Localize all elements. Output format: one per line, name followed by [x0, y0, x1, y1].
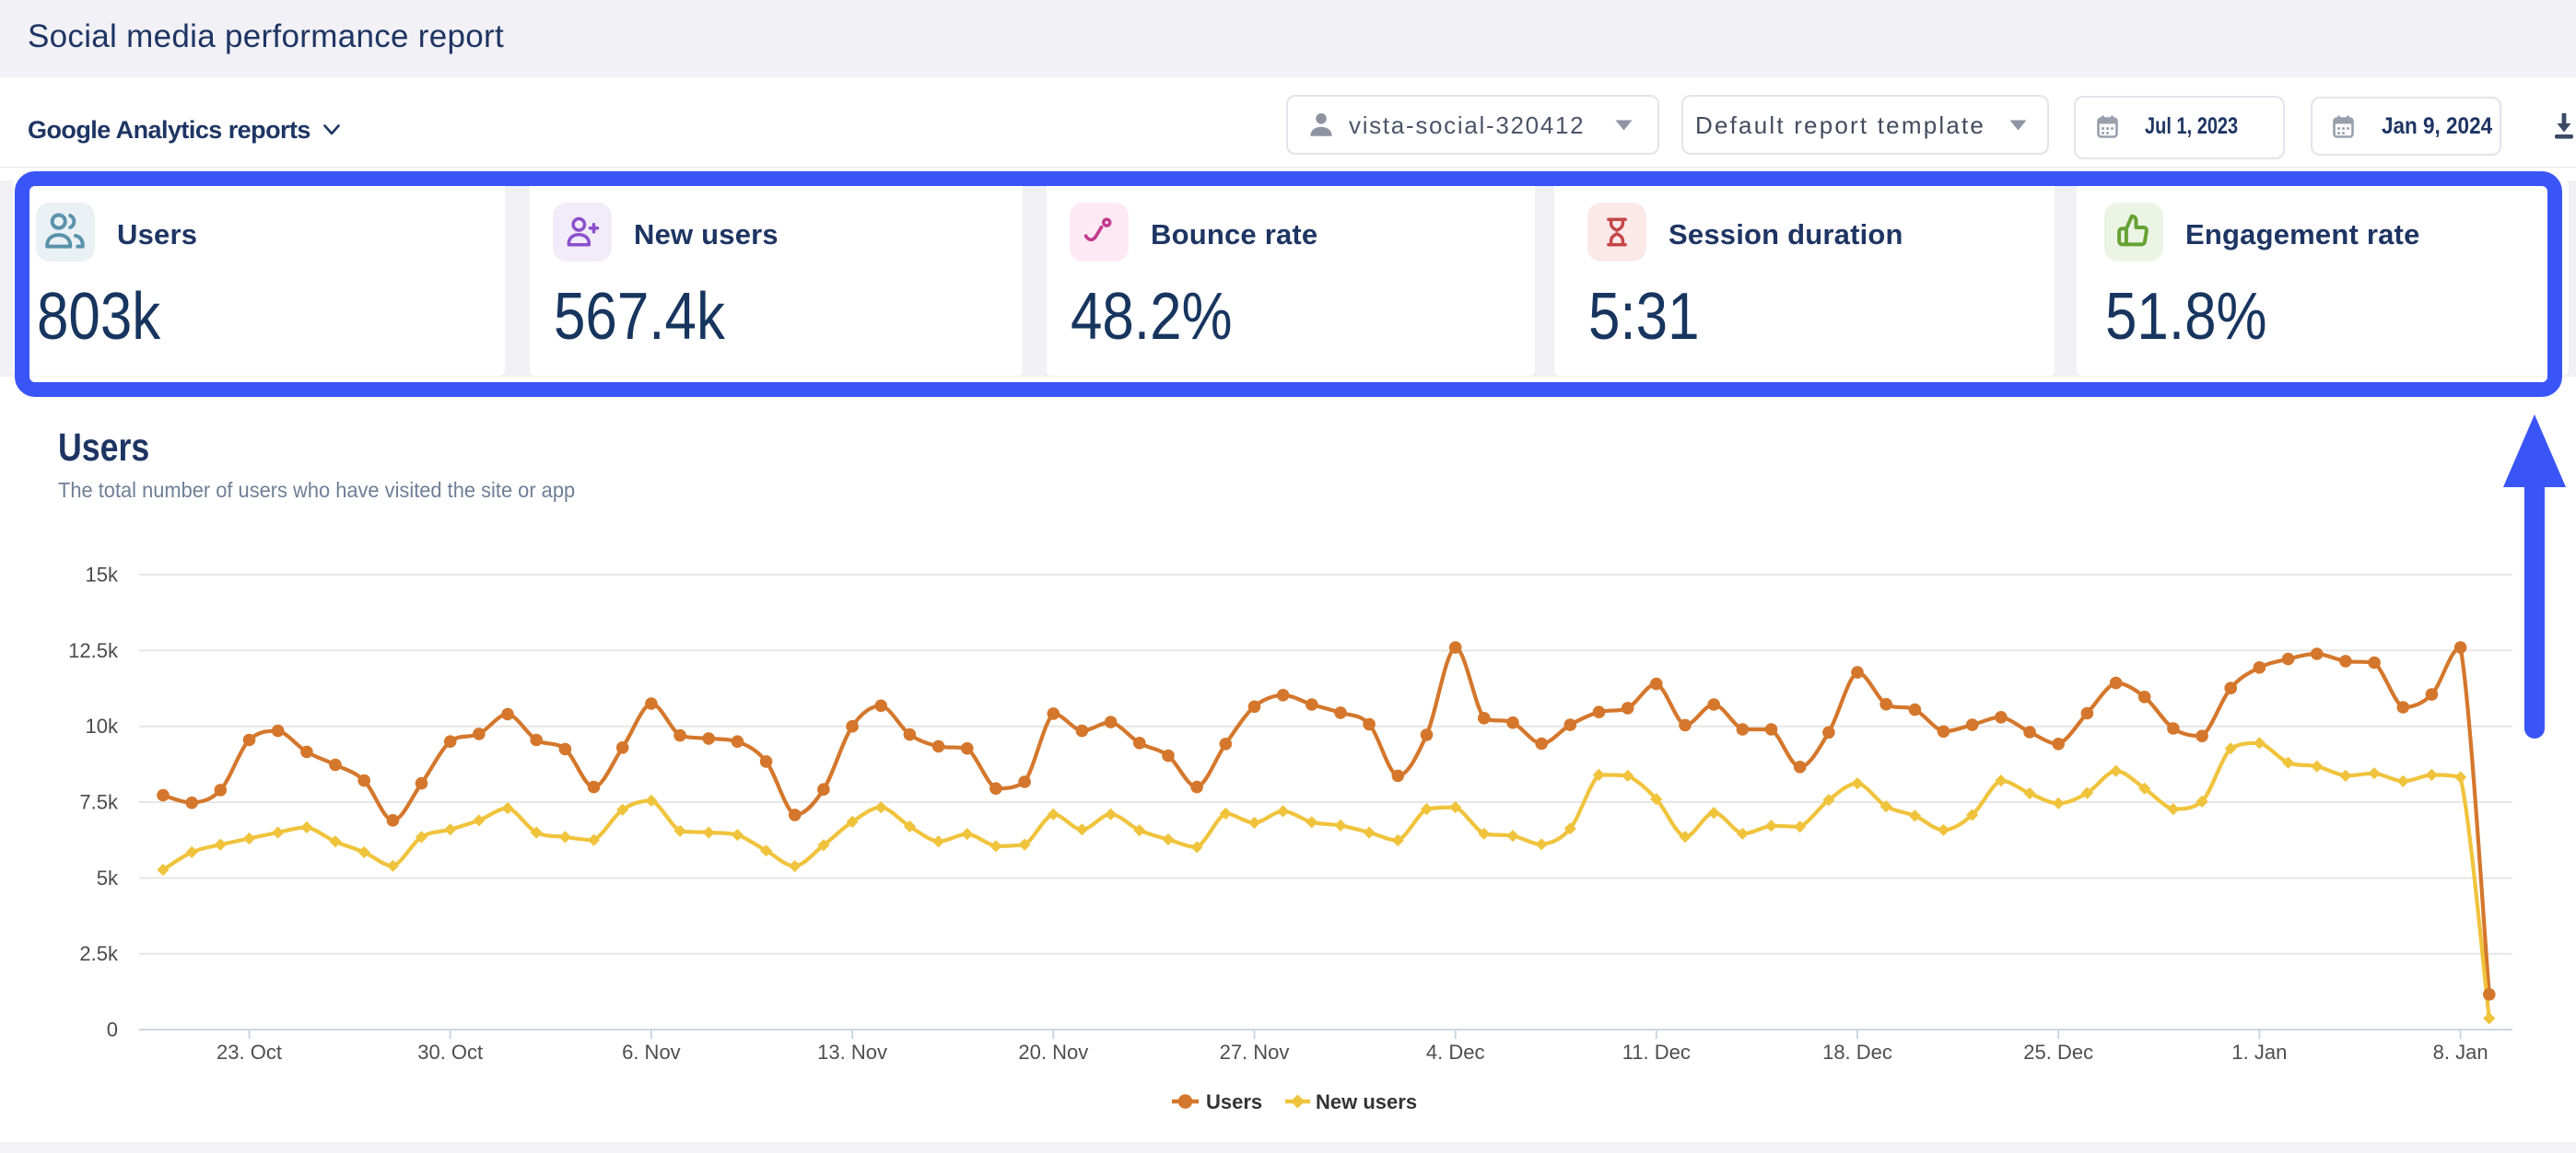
svg-text:2.5k: 2.5k — [79, 942, 119, 965]
svg-text:20. Nov: 20. Nov — [1018, 1041, 1088, 1064]
svg-text:18. Dec: 18. Dec — [1822, 1041, 1892, 1064]
svg-text:1. Jan: 1. Jan — [2231, 1041, 2287, 1064]
svg-text:27. Nov: 27. Nov — [1220, 1041, 1290, 1064]
svg-text:23. Oct: 23. Oct — [217, 1041, 282, 1064]
svg-text:11. Dec: 11. Dec — [1622, 1041, 1691, 1064]
svg-text:New users: New users — [1316, 1090, 1417, 1113]
svg-text:13. Nov: 13. Nov — [817, 1041, 887, 1064]
svg-text:0: 0 — [107, 1019, 118, 1042]
svg-text:30. Oct: 30. Oct — [417, 1041, 483, 1064]
svg-text:8. Jan: 8. Jan — [2433, 1041, 2488, 1064]
svg-text:12.5k: 12.5k — [68, 639, 119, 662]
svg-text:7.5k: 7.5k — [79, 791, 119, 814]
svg-text:Users: Users — [1206, 1090, 1262, 1113]
svg-text:6. Nov: 6. Nov — [622, 1041, 681, 1064]
svg-text:10k: 10k — [86, 715, 119, 738]
svg-text:15k: 15k — [86, 564, 119, 587]
svg-text:25. Dec: 25. Dec — [2023, 1041, 2093, 1064]
svg-text:4. Dec: 4. Dec — [1426, 1041, 1485, 1064]
svg-text:5k: 5k — [97, 867, 119, 890]
